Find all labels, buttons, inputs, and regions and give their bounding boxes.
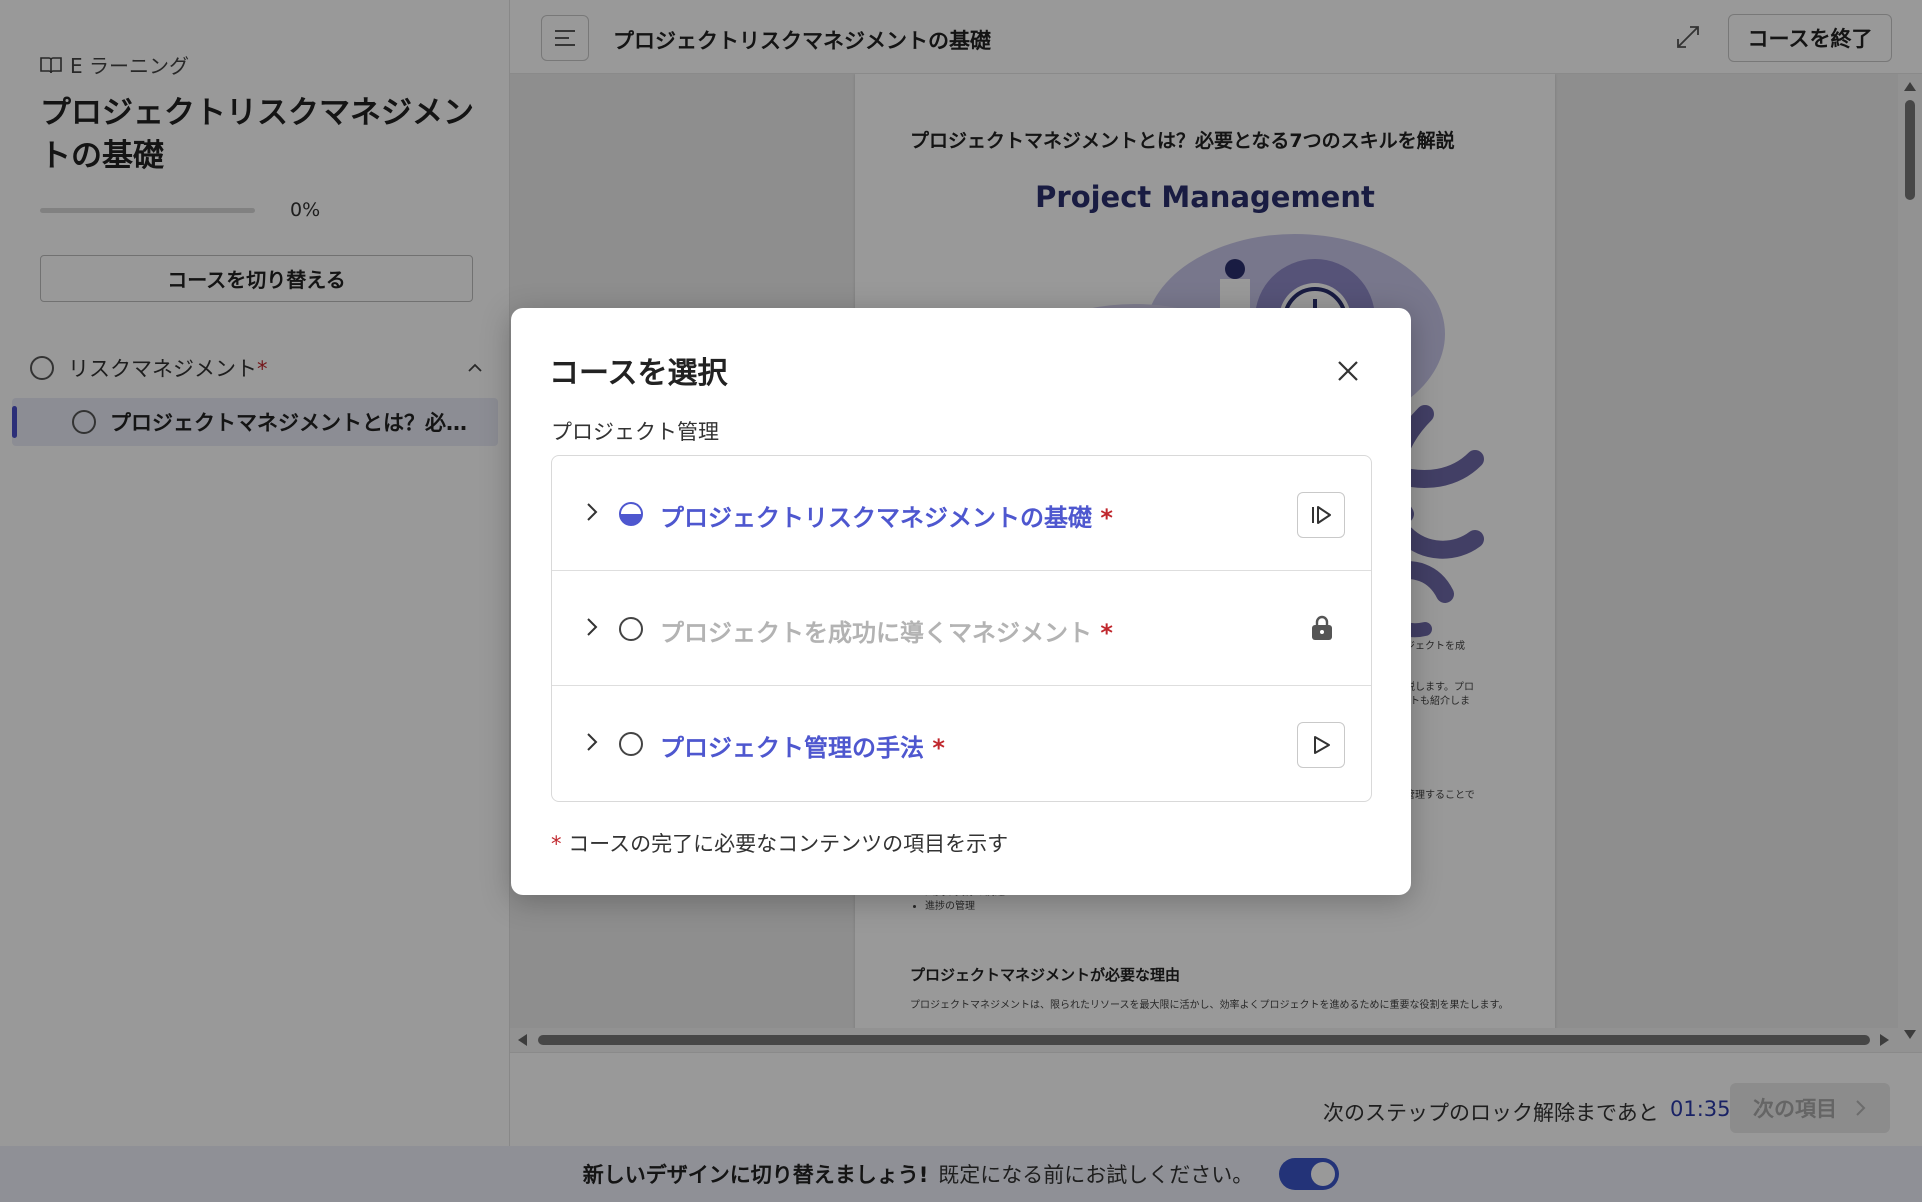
select-course-dialog: コースを選択 プロジェクト管理 プロジェクトリスクマネジメントの基礎 * プロジ…	[511, 308, 1411, 895]
not-started-icon	[619, 732, 643, 756]
course-list: プロジェクトリスクマネジメントの基礎 * プロジェクトを成功に導くマネジメント …	[551, 455, 1372, 802]
lock-icon	[1312, 615, 1332, 640]
close-button[interactable]	[1331, 354, 1365, 388]
course-item[interactable]: プロジェクトリスクマネジメントの基礎 *	[552, 456, 1371, 571]
course-item-label[interactable]: プロジェクト管理の手法 *	[660, 728, 945, 763]
course-item[interactable]: プロジェクト管理の手法 *	[552, 686, 1371, 801]
chevron-right-icon[interactable]	[582, 730, 602, 754]
dialog-title: コースを選択	[549, 356, 728, 391]
chevron-right-icon[interactable]	[582, 615, 602, 639]
resume-icon	[1312, 506, 1331, 524]
course-group-label: プロジェクト管理	[551, 420, 719, 444]
resume-button[interactable]	[1297, 492, 1345, 538]
required-legend: * コースの完了に必要なコンテンツの項目を示す	[551, 832, 1009, 856]
not-started-icon	[619, 617, 643, 641]
course-item-label: プロジェクトを成功に導くマネジメント *	[660, 619, 1113, 647]
play-button[interactable]	[1297, 722, 1345, 768]
play-icon	[1314, 736, 1330, 754]
course-item-label[interactable]: プロジェクトリスクマネジメントの基礎 *	[660, 498, 1113, 533]
in-progress-icon	[619, 502, 643, 526]
course-item[interactable]: プロジェクトを成功に導くマネジメント *	[552, 571, 1371, 686]
chevron-right-icon[interactable]	[582, 500, 602, 524]
close-icon	[1338, 361, 1358, 381]
